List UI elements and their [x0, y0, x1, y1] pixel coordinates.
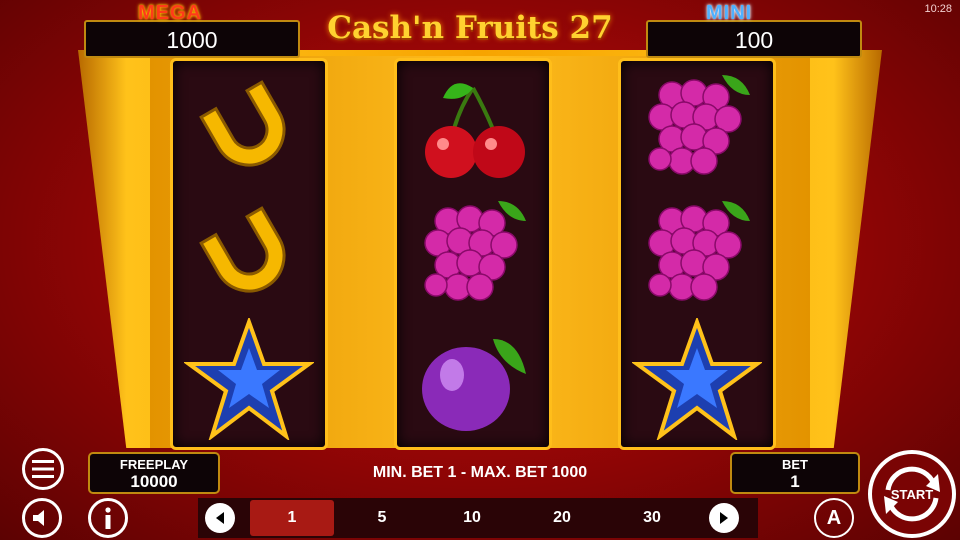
bet-option[interactable]: 5 — [340, 500, 424, 536]
bet-option[interactable]: 30 — [610, 500, 694, 536]
bet-option[interactable]: 1 — [250, 500, 334, 536]
bet-option[interactable]: 20 — [520, 500, 604, 536]
freeplay-value: 10000 — [130, 472, 178, 491]
start-button[interactable]: START — [868, 450, 956, 538]
autoplay-label: A — [826, 506, 842, 529]
cherry-icon — [397, 63, 549, 187]
menu-button[interactable] — [22, 448, 64, 490]
autoplay-button[interactable]: A — [814, 498, 854, 538]
bet-range-text: MIN. BET 1 - MAX. BET 1000 — [372, 464, 588, 481]
info-button[interactable] — [88, 498, 128, 538]
bet-option[interactable]: 10 — [430, 500, 514, 536]
freeplay-box: FREEPLAY 10000 — [88, 452, 220, 494]
status-clock: 10:28 — [924, 3, 952, 15]
hamburger-menu-icon — [32, 460, 54, 478]
game-title: Cash'n Fruits 27 — [327, 10, 613, 46]
grapes-icon — [621, 63, 773, 187]
grapes-icon — [621, 189, 773, 313]
blue-star-icon — [173, 317, 325, 441]
bet-prev-button[interactable] — [205, 503, 235, 533]
blue-star-icon — [621, 317, 773, 441]
freeplay-label: FREEPLAY — [119, 457, 189, 472]
horseshoe-icon — [173, 189, 325, 313]
mini-jackpot-value: 100 — [734, 27, 774, 53]
mega-jackpot-value: 1000 — [166, 27, 218, 53]
horseshoe-icon — [173, 63, 325, 187]
reel-3 — [618, 58, 776, 450]
sound-button[interactable] — [22, 498, 62, 538]
mini-jackpot-box: 100 — [646, 20, 862, 58]
plum-icon — [397, 317, 549, 441]
reel-1 — [170, 58, 328, 450]
bet-box: BET 1 — [730, 452, 860, 494]
bet-label: BET — [782, 457, 808, 472]
chevron-left-icon — [216, 512, 224, 524]
mega-jackpot-box: 1000 — [84, 20, 300, 58]
mega-jackpot-label: MEGA — [138, 2, 202, 24]
mini-jackpot-label: MINI — [706, 2, 753, 24]
reel-2 — [394, 58, 552, 450]
start-label: START — [890, 486, 934, 502]
bet-next-button[interactable] — [709, 503, 739, 533]
chevron-right-icon — [720, 512, 728, 524]
grapes-icon — [397, 189, 549, 313]
speaker-icon — [33, 510, 44, 526]
bet-value: 1 — [790, 472, 800, 491]
info-icon — [105, 507, 111, 529]
